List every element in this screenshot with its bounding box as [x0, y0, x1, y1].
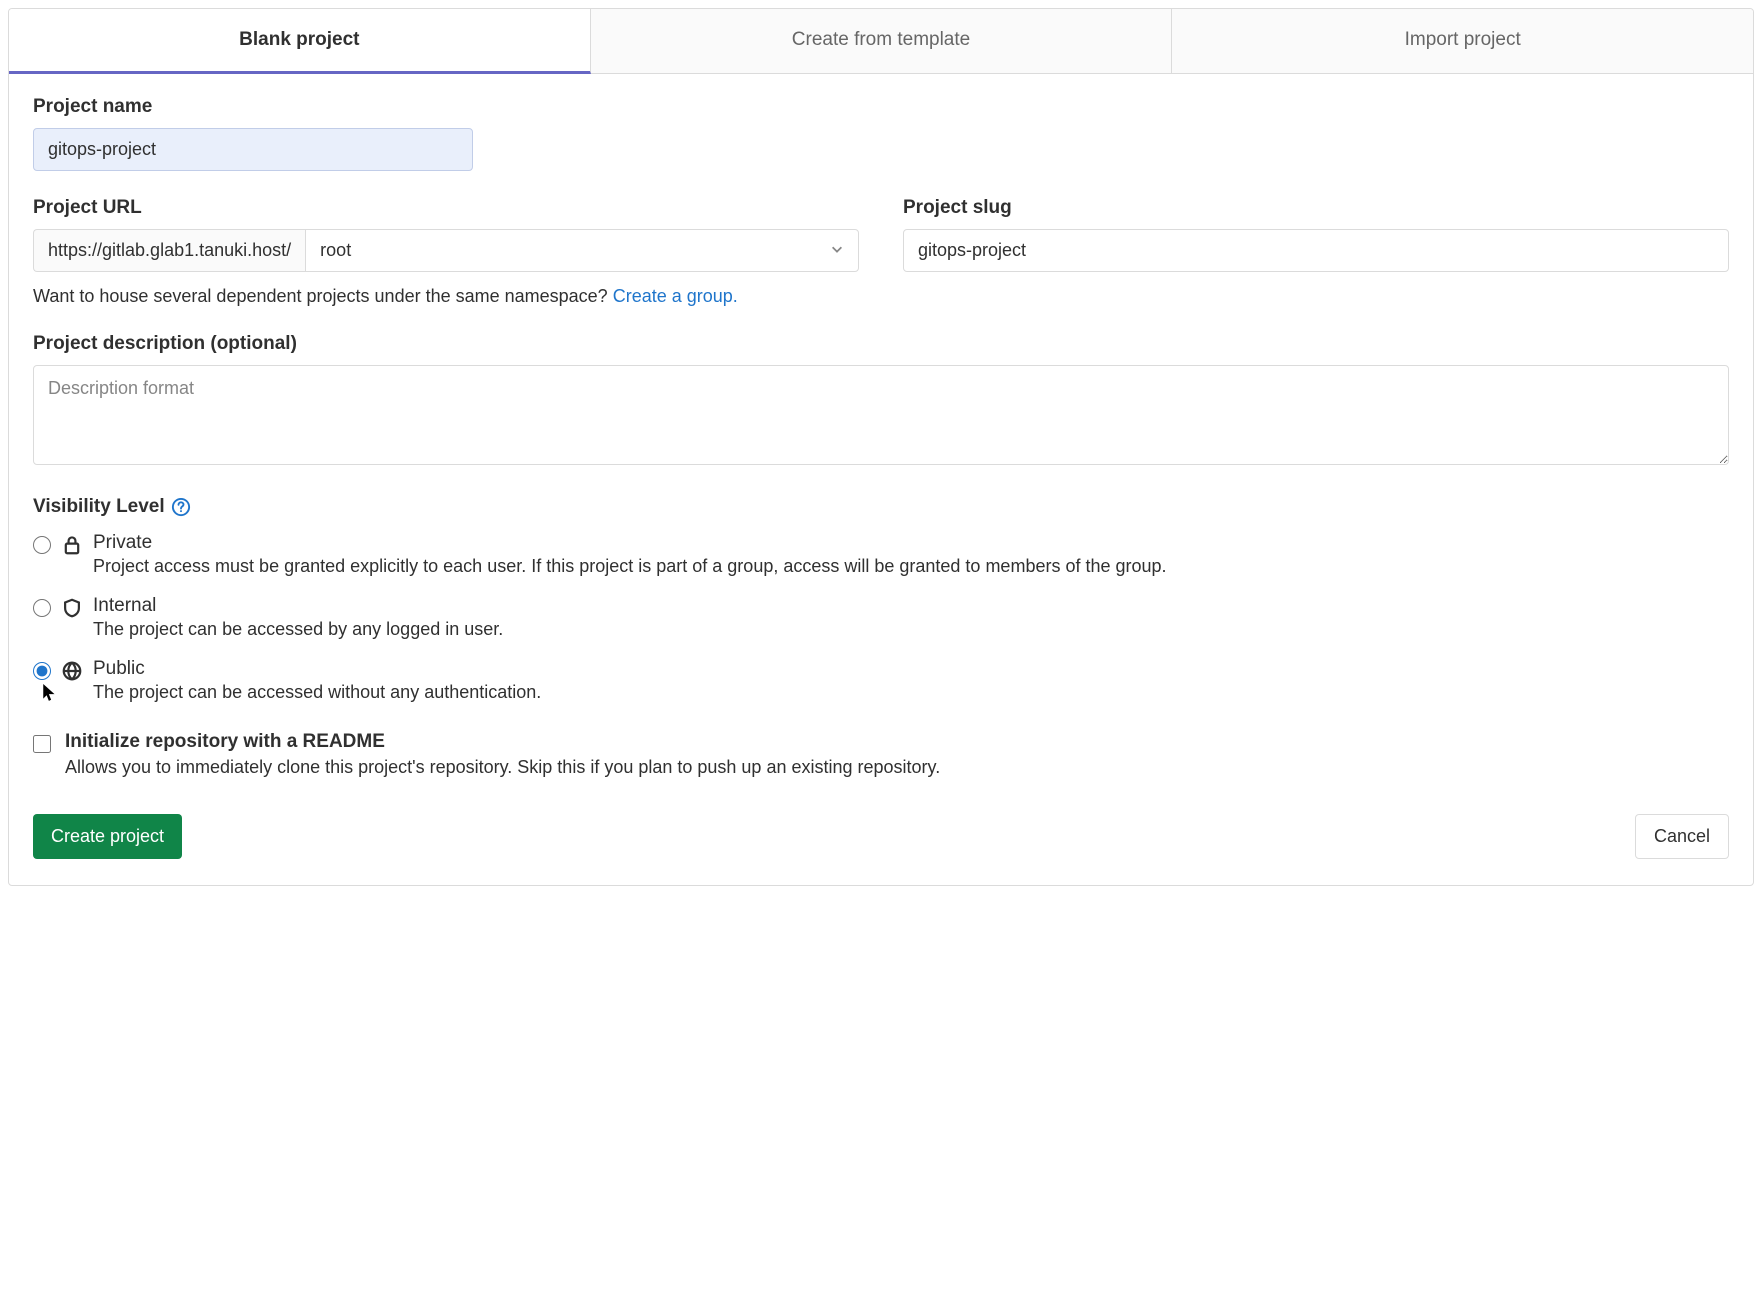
namespace-hint: Want to house several dependent projects… — [33, 286, 1729, 307]
visibility-internal-desc: The project can be accessed by any logge… — [93, 619, 1729, 640]
tab-blank-project[interactable]: Blank project — [9, 9, 591, 74]
visibility-internal-title: Internal — [93, 595, 1729, 617]
tabs: Blank project Create from template Impor… — [9, 9, 1753, 74]
project-url-label: Project URL — [33, 197, 859, 219]
readme-title: Initialize repository with a README — [65, 731, 940, 753]
tab-create-from-template[interactable]: Create from template — [591, 9, 1173, 73]
visibility-private-desc: Project access must be granted explicitl… — [93, 556, 1729, 577]
visibility-label-text: Visibility Level — [33, 496, 165, 518]
visibility-public[interactable]: Public The project can be accessed witho… — [33, 658, 1729, 703]
project-name-label: Project name — [33, 96, 1729, 118]
project-slug-label: Project slug — [903, 197, 1729, 219]
tab-import-project[interactable]: Import project — [1172, 9, 1753, 73]
create-project-button[interactable]: Create project — [33, 814, 182, 859]
description-label: Project description (optional) — [33, 333, 1729, 355]
form-area: Project name Project URL https://gitlab.… — [9, 74, 1753, 885]
lock-icon — [61, 534, 83, 561]
globe-icon — [61, 660, 83, 687]
visibility-internal-radio[interactable] — [33, 599, 51, 617]
description-input[interactable] — [33, 365, 1729, 465]
new-project-panel: Blank project Create from template Impor… — [8, 8, 1754, 886]
chevron-down-icon — [830, 240, 844, 261]
namespace-select[interactable]: root — [305, 229, 859, 272]
visibility-public-title: Public — [93, 658, 1729, 680]
namespace-value: root — [320, 240, 351, 261]
form-actions: Create project Cancel — [33, 814, 1729, 859]
shield-icon — [61, 597, 83, 624]
help-icon[interactable] — [171, 497, 191, 517]
visibility-label: Visibility Level — [33, 496, 1729, 518]
visibility-internal[interactable]: Internal The project can be accessed by … — [33, 595, 1729, 640]
visibility-public-radio[interactable] — [33, 662, 51, 680]
project-slug-input[interactable] — [903, 229, 1729, 272]
cursor-icon — [43, 684, 57, 707]
create-group-link[interactable]: Create a group. — [613, 286, 738, 306]
cancel-button[interactable]: Cancel — [1635, 814, 1729, 859]
readme-option[interactable]: Initialize repository with a README Allo… — [33, 731, 1729, 778]
project-name-input[interactable] — [33, 128, 473, 171]
readme-desc: Allows you to immediately clone this pro… — [65, 757, 940, 778]
readme-checkbox[interactable] — [33, 735, 51, 753]
visibility-private[interactable]: Private Project access must be granted e… — [33, 532, 1729, 577]
visibility-options: Private Project access must be granted e… — [33, 532, 1729, 703]
visibility-private-radio[interactable] — [33, 536, 51, 554]
visibility-private-title: Private — [93, 532, 1729, 554]
project-url-prefix: https://gitlab.glab1.tanuki.host/ — [33, 229, 305, 272]
visibility-public-desc: The project can be accessed without any … — [93, 682, 1729, 703]
namespace-hint-text: Want to house several dependent projects… — [33, 286, 613, 306]
